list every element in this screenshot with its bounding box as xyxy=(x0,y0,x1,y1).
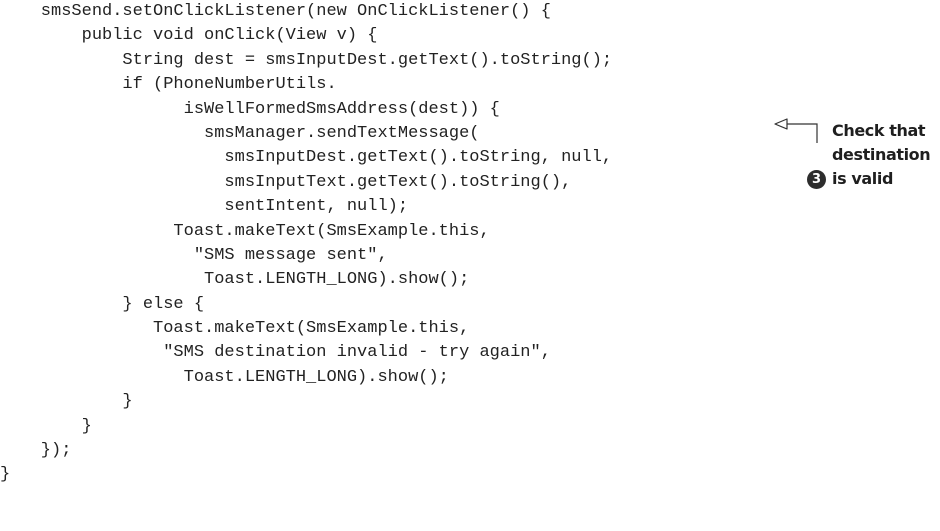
code-line: Toast.makeText(SmsExample.this, xyxy=(0,319,470,339)
code-line: sentIntent, null); xyxy=(0,197,409,217)
callout-line: Check that xyxy=(832,121,926,140)
code-line: Toast.LENGTH_LONG).show(); xyxy=(0,270,470,290)
code-line: smsManager.sendTextMessage( xyxy=(0,123,480,143)
code-line: "SMS message sent", xyxy=(0,245,388,265)
callout-arrow-icon xyxy=(774,118,818,143)
code-line: public void onClick(View v) { xyxy=(0,26,378,46)
callout-number-badge: 3 xyxy=(807,170,826,189)
callout-line: destination xyxy=(832,145,931,164)
code-line: } xyxy=(0,465,11,485)
code-line: if (PhoneNumberUtils. xyxy=(0,75,337,95)
code-line: }); xyxy=(0,441,72,461)
callout-text: Check that destination is valid xyxy=(832,119,940,191)
code-line: } else { xyxy=(0,294,205,314)
code-line: smsSend.setOnClickListener(new OnClickLi… xyxy=(0,2,551,21)
code-line: smsInputText.getText().toString(), xyxy=(0,172,572,192)
code-line: "SMS destination invalid - try again", xyxy=(0,343,551,363)
code-line: Toast.LENGTH_LONG).show(); xyxy=(0,367,449,387)
code-listing: smsSend.setOnClickListener(new OnClickLi… xyxy=(0,0,760,488)
code-line: String dest = smsInputDest.getText().toS… xyxy=(0,50,613,70)
code-line: isWellFormedSmsAddress(dest)) { xyxy=(0,99,500,119)
code-line: smsInputDest.getText().toString, null, xyxy=(0,148,613,168)
code-line: Toast.makeText(SmsExample.this, xyxy=(0,221,490,241)
callout-line: is valid xyxy=(832,169,894,188)
code-line: } xyxy=(0,416,92,436)
code-line: } xyxy=(0,392,133,412)
